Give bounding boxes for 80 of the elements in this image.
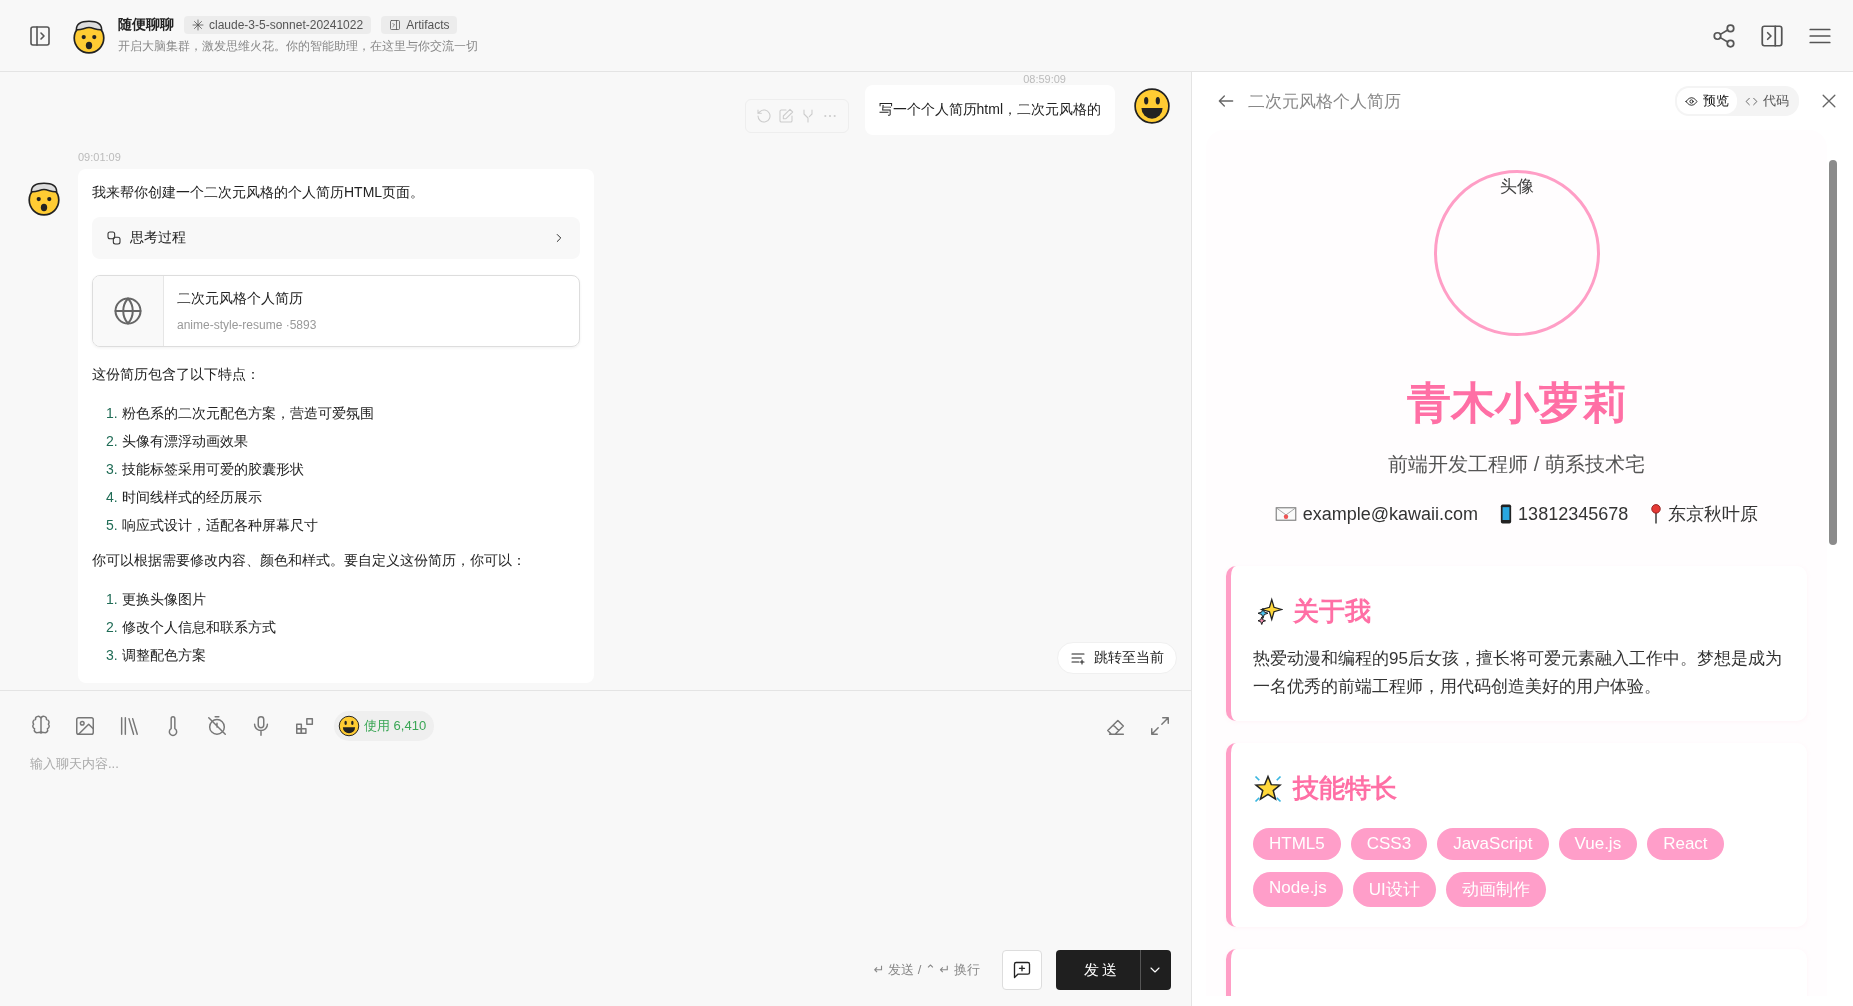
expand-icon[interactable] — [1149, 715, 1171, 737]
user-message: 写一个个人简历html，二次元风格的 — [864, 85, 1115, 135]
view-tab[interactable]: 代码 — [1737, 88, 1797, 114]
list-item-text: 技能标签采用可爱的胶囊形状 — [121, 460, 304, 479]
link-icon — [106, 230, 122, 246]
list-item-text: 响应式设计，适配各种屏幕尺寸 — [121, 516, 318, 535]
jump-to-current-button[interactable]: 跳转至当前 — [1057, 642, 1177, 674]
blocks-icon[interactable] — [294, 715, 316, 737]
share-icon[interactable] — [1711, 22, 1737, 49]
skill-tag: Vue.js — [1558, 828, 1638, 860]
artifact-card[interactable]: 二次元风格个人简历 anime-style-resume ·5893 — [92, 275, 580, 347]
message-time: 09:01:09 — [78, 151, 122, 163]
assistant-avatar-icon — [25, 179, 63, 217]
resume-name: 青木小萝莉 — [1406, 377, 1627, 429]
message-text: 这份简历包含了以下特点： — [92, 365, 261, 384]
contact-text: 东京秋叶原 — [1668, 503, 1759, 526]
resume-role: 前端开发工程师 / 萌系技术宅 — [1388, 452, 1645, 477]
preview-title: 二次元风格个人简历 — [1248, 90, 1401, 113]
message-text: 我来帮你创建一个二次元风格的个人简历HTML页面。 — [92, 183, 426, 202]
section-text: 热爱动漫和编程的95后女孩，擅长将可爱元素融入工作中。梦想是成为一名优秀的前端工程师，用代码创造美好的用户体验。 — [1253, 648, 1783, 698]
section-title: 关于我 — [1293, 595, 1371, 628]
window-icon — [389, 19, 402, 31]
shortcut-hint: ↵ 发送 / ⌃ ↵ 换行 — [873, 961, 980, 979]
model-badge[interactable]: claude-3-5-sonnet-20241022 — [184, 16, 372, 34]
message-input[interactable]: 输入聊天内容... — [30, 755, 1171, 950]
skill-tag: 动画制作 — [1445, 872, 1546, 907]
contact-text: example@kawaii.com — [1302, 503, 1479, 525]
view-tab[interactable]: 预览 — [1677, 88, 1737, 114]
list-item-text: 时间线样式的经历展示 — [121, 488, 262, 507]
list-item-text: 粉色系的二次元配色方案，营造可爱氛围 — [121, 404, 374, 423]
list-number: 3. — [106, 460, 118, 479]
list-item-text: 头像有漂浮动画效果 — [121, 432, 248, 451]
list-number: 4. — [106, 488, 118, 507]
list-icon — [1070, 650, 1086, 666]
message-time: 08:59:09 — [1022, 72, 1067, 85]
eye-icon — [1685, 94, 1698, 108]
pin-icon — [1650, 503, 1663, 525]
list-number: 3. — [106, 646, 118, 665]
list-number: 1. — [106, 404, 118, 423]
skill-tag: CSS3 — [1350, 828, 1428, 860]
artifact-title: 二次元风格个人简历 — [177, 290, 304, 308]
list-item-text: 更换头像图片 — [121, 590, 206, 609]
books-icon[interactable] — [118, 715, 140, 737]
user-avatar-icon — [1133, 87, 1171, 125]
timer-off-icon[interactable] — [206, 715, 228, 737]
list-number: 1. — [106, 590, 118, 609]
thinking-label: 思考过程 — [130, 229, 187, 247]
skill-tag: React — [1647, 828, 1724, 860]
skill-tag: Node.js — [1253, 872, 1343, 907]
panel-toggle-icon[interactable] — [1759, 22, 1785, 49]
skill-tag: JavaScript — [1437, 828, 1549, 860]
list-item-text: 修改个人信息和联系方式 — [121, 618, 276, 637]
new-topic-button[interactable] — [1002, 950, 1042, 990]
sidebar-toggle-icon[interactable] — [28, 23, 52, 48]
image-icon[interactable] — [74, 715, 96, 737]
artifacts-badge[interactable]: Artifacts — [381, 16, 458, 34]
message-text: 你可以根据需要修改内容、颜色和样式。要自定义这份简历，你可以： — [92, 551, 527, 570]
contact-text: 13812345678 — [1518, 503, 1629, 525]
globe-icon — [113, 296, 143, 326]
list-number: 5. — [106, 516, 118, 535]
artifact-subtitle: anime-style-resume ·5893 — [177, 318, 317, 332]
thinking-toggle[interactable]: 思考过程 — [92, 217, 580, 259]
list-item-text: 调整配色方案 — [121, 646, 206, 665]
asterisk-icon — [192, 19, 204, 31]
avatar-label: 头像 — [1499, 176, 1534, 198]
skill-tag: HTML5 — [1253, 828, 1341, 860]
star-icon — [1253, 773, 1283, 804]
usage-count: 使用 6,410 — [364, 717, 427, 735]
brain-icon[interactable] — [30, 715, 52, 737]
list-number: 2. — [106, 618, 118, 637]
chat-subtitle: 开启大脑集群，激发思维火花。你的智能助理，在这里与你交流一切 — [118, 38, 478, 55]
section-title: 技能特长 — [1293, 772, 1397, 805]
envelope-icon — [1274, 506, 1297, 522]
phone-icon — [1500, 503, 1513, 525]
skill-tag: UI设计 — [1352, 872, 1436, 907]
chat-title: 随便聊聊 — [118, 16, 174, 34]
scrollbar-thumb[interactable] — [1829, 160, 1837, 545]
message-plus-icon — [1012, 960, 1032, 980]
list-number: 2. — [106, 432, 118, 451]
smiley-icon — [338, 715, 360, 737]
